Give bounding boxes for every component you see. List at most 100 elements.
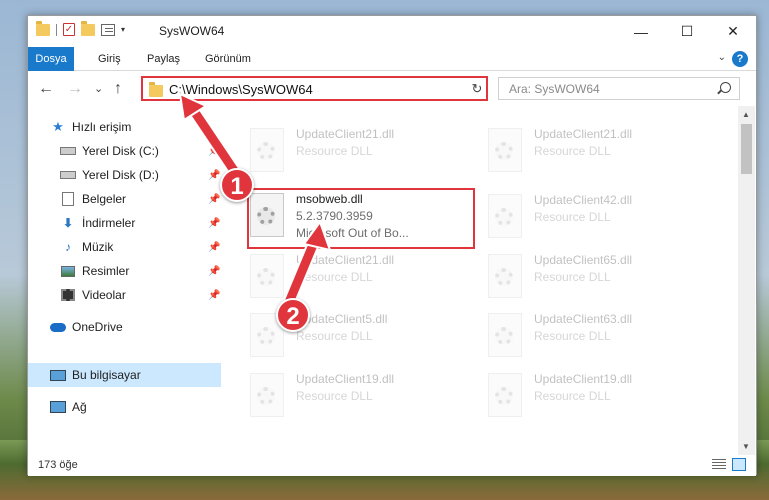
tab-gorunum[interactable]: Görünüm [205,47,251,71]
minimize-button[interactable]: — [618,16,664,47]
properties-icon[interactable] [101,23,115,36]
tab-paylas[interactable]: Paylaş [147,47,180,71]
sidebar-item-label: Ağ [72,400,87,414]
file-tile[interactable]: UpdateClient21.dll Resource DLL [244,126,474,184]
cloud-icon [50,320,66,334]
step-1-badge: 1 [220,168,254,202]
sidebar-item-quick-access[interactable]: ★ Hızlı erişim [28,115,221,139]
details-view-icon[interactable] [712,459,726,471]
ribbon-tabs: Dosya Giriş Paylaş Görünüm ⌄ ? [28,47,756,71]
file-list: UpdateClient21.dll Resource DLL msobweb.d… [222,106,738,455]
documents-icon [60,192,76,206]
network-icon [50,400,66,414]
sidebar-item-disk-d[interactable]: Yerel Disk (D:) 📌 [28,163,221,187]
file-name: UpdateClient65.dll [534,253,633,267]
sidebar-item-network[interactable]: Ağ [28,395,221,419]
sidebar-item-label: Bu bilgisayar [72,368,141,382]
file-tile[interactable]: UpdateClient19.dll Resource DLL [244,371,474,429]
scroll-up-icon[interactable]: ▲ [742,110,750,119]
toolbar-separator [56,23,57,36]
file-tile[interactable]: UpdateClient21.dll Resource DLL [482,126,712,184]
quick-access-toolbar: ✓ ▾ [36,20,125,36]
recent-locations-icon[interactable]: ⌄ [94,82,103,95]
new-folder-icon[interactable] [81,20,95,36]
help-icon[interactable]: ? [732,51,748,67]
file-type: Resource DLL [296,270,373,284]
sidebar-item-videos[interactable]: Videolar 📌 [28,283,221,307]
sidebar-item-label: Müzik [82,240,114,254]
up-arrow-icon[interactable]: ↑ [114,80,122,98]
scroll-down-icon[interactable]: ▼ [742,442,750,451]
sidebar-item-label: Hızlı erişim [72,120,132,134]
navigation-pane: ★ Hızlı erişim Yerel Disk (C:) 📌 Yerel D… [28,113,221,455]
file-type: Resource DLL [534,210,611,224]
tab-dosya[interactable]: Dosya [28,47,74,71]
scrollbar-thumb[interactable] [741,124,752,174]
address-bar[interactable]: C:\Windows\SysWOW64 ⌄ [141,76,488,101]
sidebar-item-pictures[interactable]: Resimler 📌 [28,259,221,283]
computer-icon [50,368,66,382]
pin-icon: 📌 [208,289,221,301]
file-name: UpdateClient42.dll [534,193,633,207]
customize-toolbar-icon[interactable]: ▾ [121,25,125,34]
file-type: Resource DLL [296,389,373,403]
sidebar-item-this-pc[interactable]: Bu bilgisayar [28,363,221,387]
back-arrow-icon[interactable]: ← [38,80,54,98]
window-title: SysWOW64 [159,24,225,38]
file-type: Resource DLL [534,144,611,158]
search-placeholder: Ara: SysWOW64 [509,82,600,96]
sidebar-item-disk-c[interactable]: Yerel Disk (C:) 📌 [28,139,221,163]
address-path[interactable]: C:\Windows\SysWOW64 [169,82,313,97]
file-name: UpdateClient21.dll [296,127,395,141]
dll-file-icon [244,126,292,174]
sidebar-item-label: Videolar [82,288,126,302]
disk-icon [60,144,76,158]
file-tile[interactable]: UpdateClient19.dll Resource DLL [482,371,712,429]
dll-file-icon [482,371,530,419]
dll-file-icon [482,252,530,300]
pin-icon: 📌 [208,217,221,229]
sidebar-item-onedrive[interactable]: OneDrive [28,315,221,339]
navigation-bar: ← → ⌄ ↑ C:\Windows\SysWOW64 ⌄ ↻ Ara: Sys… [28,72,756,106]
file-name: UpdateClient21.dll [534,127,633,141]
file-name: UpdateClient63.dll [534,312,633,326]
ribbon-expand-icon[interactable]: ⌄ [718,52,726,63]
dll-file-icon [482,192,530,240]
disk-icon [60,168,76,182]
explorer-window: ✓ ▾ SysWOW64 — ☐ ✕ Dosya Giriş Paylaş Gö… [27,15,757,476]
dll-file-icon [244,371,292,419]
title-bar: ✓ ▾ SysWOW64 — ☐ ✕ [28,16,756,47]
folder-icon [149,82,163,97]
pictures-icon [60,264,76,278]
file-type: Resource DLL [296,144,373,158]
sidebar-item-music[interactable]: ♪ Müzik 📌 [28,235,221,259]
file-tile[interactable]: UpdateClient21.dll Resource DLL [244,252,474,310]
dll-file-icon [244,252,292,300]
dll-file-icon [482,126,530,174]
file-tile[interactable]: UpdateClient42.dll Resource DLL [482,192,712,250]
item-count: 173 öğe [38,459,78,471]
refresh-button[interactable]: ↻ [468,76,488,101]
pin-icon: 📌 [208,169,221,181]
sidebar-item-downloads[interactable]: ⬇ İndirmeler 📌 [28,211,221,235]
properties-check-icon[interactable]: ✓ [63,23,75,36]
tiles-view-icon[interactable] [732,458,746,471]
close-button[interactable]: ✕ [710,16,756,47]
status-bar: 173 öğe [28,455,756,476]
tab-giris[interactable]: Giriş [98,47,121,71]
folder-icon [36,20,50,36]
window-controls: — ☐ ✕ [618,16,756,47]
forward-arrow-icon[interactable]: → [67,80,83,98]
highlight-box [247,188,475,249]
sidebar-item-documents[interactable]: Belgeler 📌 [28,187,221,211]
search-icon[interactable] [720,82,731,93]
file-tile[interactable]: UpdateClient63.dll Resource DLL [482,311,712,369]
maximize-button[interactable]: ☐ [664,16,710,47]
sidebar-item-label: İndirmeler [82,216,136,230]
file-tile[interactable]: UpdateClient65.dll Resource DLL [482,252,712,310]
vertical-scrollbar[interactable]: ▲ ▼ [738,106,755,455]
star-icon: ★ [52,119,64,134]
pin-icon: 📌 [208,241,221,253]
search-input[interactable]: Ara: SysWOW64 [498,77,740,100]
file-type: Resource DLL [296,329,373,343]
